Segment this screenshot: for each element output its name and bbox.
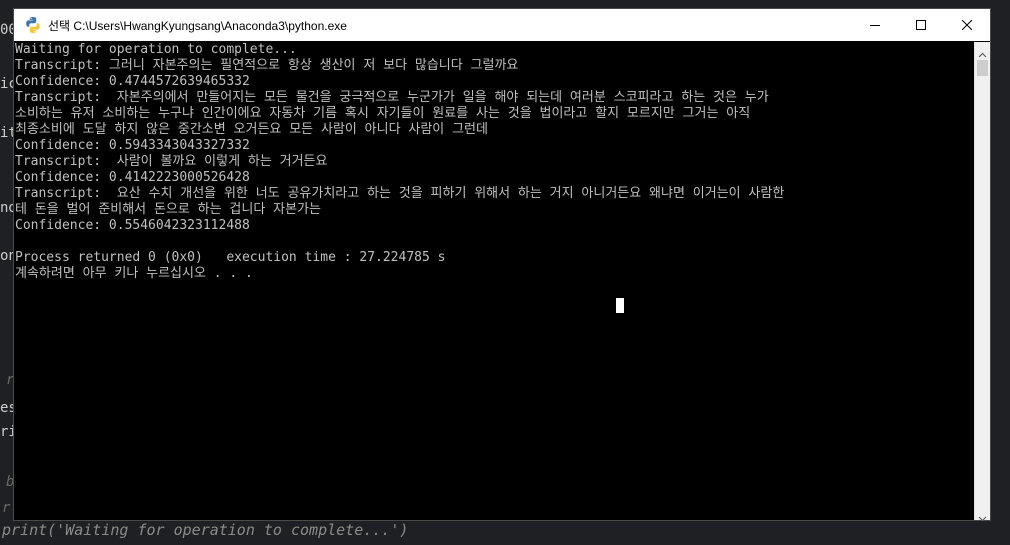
console-line: Waiting for operation to complete... [15, 42, 297, 57]
console-line: 계속하려면 아무 키나 누르십시오 . . . [15, 266, 253, 281]
window-controls [852, 9, 990, 41]
scroll-up-icon[interactable] [978, 45, 987, 58]
vertical-scrollbar[interactable] [974, 42, 990, 522]
console-window[interactable]: 선택 C:\Users\HwangKyungsang\Anaconda3\pyt… [13, 8, 991, 522]
scroll-down-icon[interactable] [978, 508, 987, 522]
bg-code-line: print('Waiting for operation to complete… [2, 521, 409, 539]
console-line: Confidence: 0.5546042323112488 [15, 218, 250, 233]
bg-editor-strip [992, 0, 1010, 545]
title-bar[interactable]: 선택 C:\Users\HwangKyungsang\Anaconda3\pyt… [14, 9, 990, 41]
window-title: 선택 C:\Users\HwangKyungsang\Anaconda3\pyt… [48, 18, 347, 33]
console-line: Transcript: 그러니 자본주의는 필연적으로 항상 생산이 저 보다 … [15, 58, 519, 73]
console-line: Transcript: 자본주의에서 만들어지는 모든 물건을 궁극적으로 누군… [15, 90, 769, 105]
console-line: Confidence: 0.4142223000526428 [15, 170, 250, 185]
minimize-button[interactable] [852, 9, 898, 41]
minimize-icon [870, 20, 880, 30]
console-line: Transcript: 요산 수치 개선을 위한 너도 공유가치라고 하는 것을… [15, 186, 785, 201]
close-button[interactable] [944, 9, 990, 41]
console-line: 최종소비에 도달 하지 않은 중간소변 오거든요 모든 사람이 아니다 사람이 … [15, 122, 488, 137]
console-line: Confidence: 0.5943343043327332 [15, 138, 250, 153]
python-icon [24, 16, 42, 34]
console-line: 테 돈을 벌어 준비해서 돈으로 하는 겁니다 자본가는 [15, 202, 321, 217]
maximize-button[interactable] [898, 9, 944, 41]
maximize-icon [916, 20, 926, 30]
close-icon [962, 20, 972, 30]
scrollbar-thumb[interactable] [977, 60, 988, 76]
console-output[interactable]: Waiting for operation to complete... Tra… [15, 42, 975, 520]
console-line: Confidence: 0.4744572639465332 [15, 74, 250, 89]
console-line: Transcript: 사람이 볼까요 이렇게 하는 거거든요 [15, 154, 328, 169]
text-cursor [616, 298, 624, 313]
bg-code-fragment: r [2, 500, 11, 516]
console-line: 소비하는 유저 소비하는 누구냐 인간이에요 자동차 기름 혹시 자기들이 원료… [15, 106, 751, 121]
console-line: Process returned 0 (0x0) execution time … [15, 250, 446, 265]
